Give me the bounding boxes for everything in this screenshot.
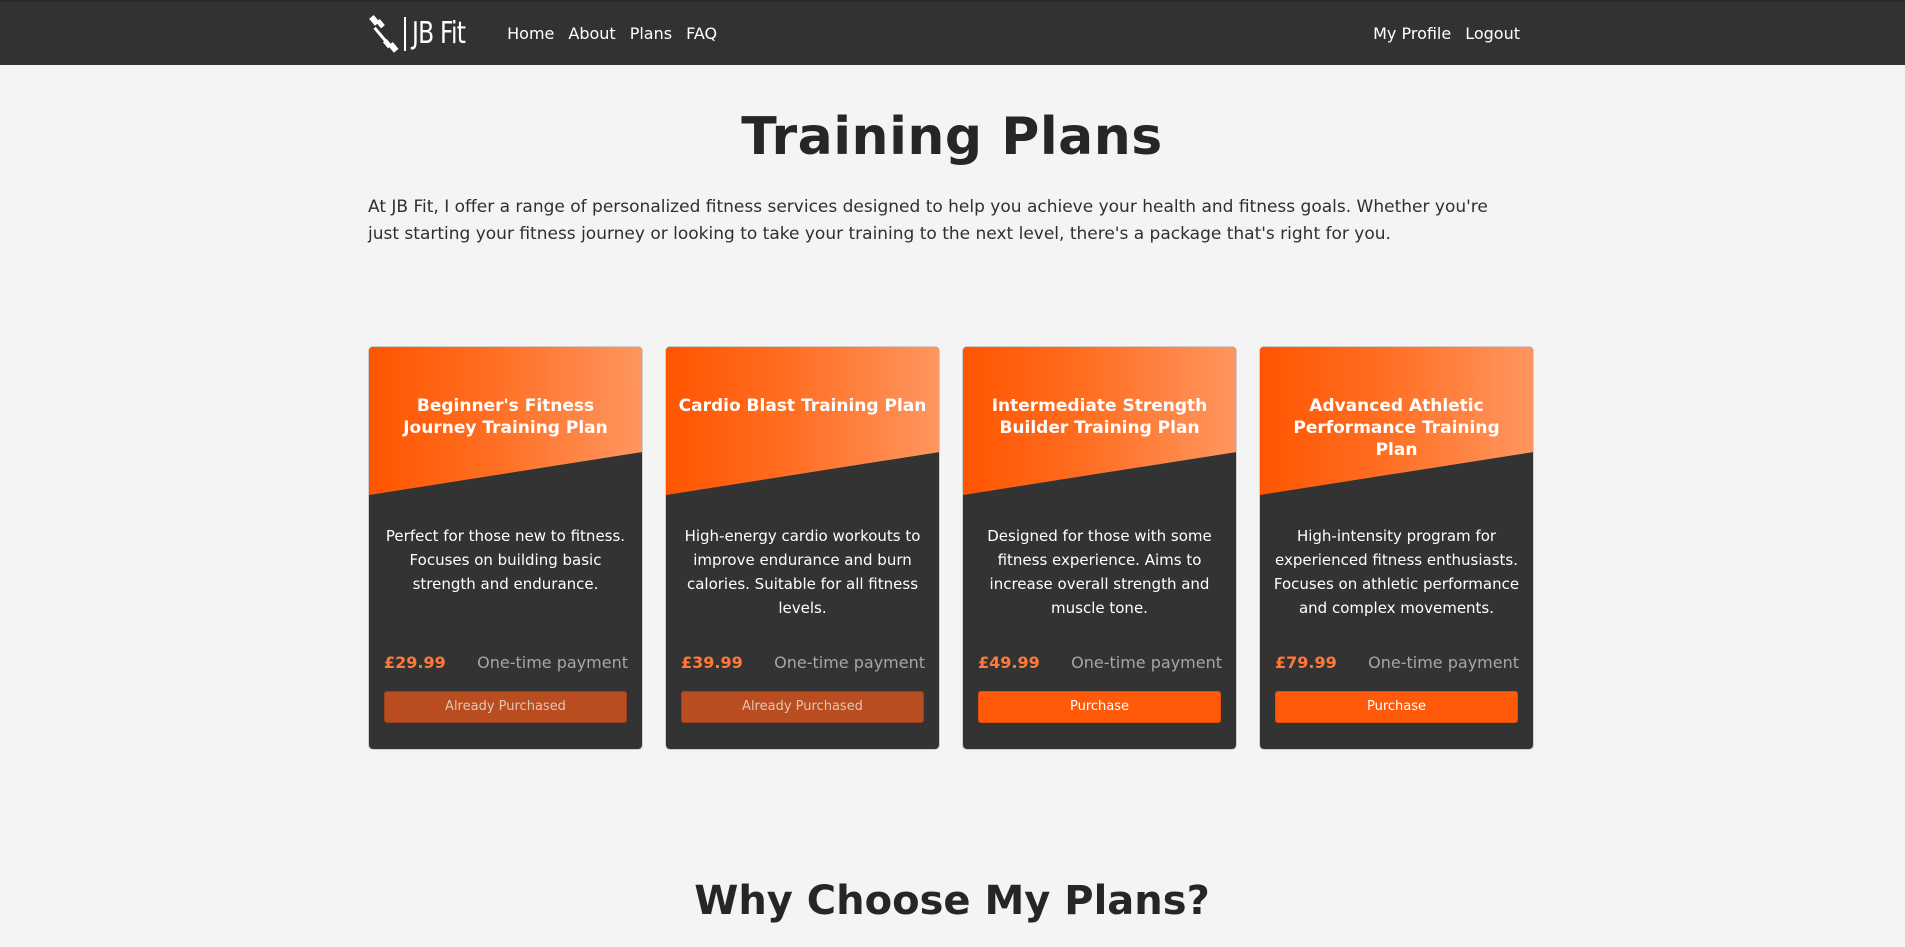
purchase-button[interactable]: Purchase (1275, 691, 1518, 723)
dumbbell-icon (369, 14, 399, 53)
site-logo[interactable]: JB Fit (368, 14, 480, 54)
plan-card: Beginner's Fitness Journey Training Plan… (368, 346, 643, 750)
plan-price: £79.99 (1275, 653, 1337, 672)
payment-type: One-time payment (774, 653, 925, 672)
plan-title: Cardio Blast Training Plan (678, 396, 927, 416)
navbar-inner: JB Fit Home About Plans FAQ My Profile L… (368, 2, 1527, 65)
plan-card-header (666, 347, 939, 495)
plan-price: £49.99 (978, 653, 1040, 672)
page-title: Training Plans (741, 107, 1163, 167)
already-purchased-button[interactable]: Already Purchased (681, 691, 924, 723)
plan-card: Cardio Blast Training Plan High-energy c… (665, 346, 940, 750)
nav-about-link[interactable]: About (561, 2, 622, 65)
nav-faq-link[interactable]: FAQ (679, 2, 724, 65)
account-nav: My Profile Logout (1366, 2, 1527, 65)
section-title: Why Choose My Plans? (694, 878, 1210, 924)
plan-title: Intermediate Strength Builder Training P… (991, 396, 1208, 438)
plan-price: £39.99 (681, 653, 743, 672)
plan-card: Advanced Athletic Performance Training P… (1259, 346, 1534, 750)
plan-description: High-energy cardio workouts to improve e… (684, 527, 921, 617)
main-content: Training Plans At JB Fit, I offer a rang… (368, 65, 1536, 924)
top-navbar: JB Fit Home About Plans FAQ My Profile L… (0, 0, 1905, 65)
plan-description: Designed for those with some fitness exp… (987, 527, 1212, 617)
my-profile-link[interactable]: My Profile (1366, 2, 1458, 65)
logout-link[interactable]: Logout (1458, 2, 1527, 65)
nav-home-link[interactable]: Home (500, 2, 561, 65)
payment-type: One-time payment (477, 653, 628, 672)
intro-text: At JB Fit, I offer a range of personaliz… (368, 197, 1488, 245)
logo-text: JB Fit (412, 15, 466, 51)
plan-description: Perfect for those new to fitness. Focuse… (385, 527, 626, 593)
plan-title: Beginner's Fitness Journey Training Plan (403, 396, 608, 438)
payment-type: One-time payment (1071, 653, 1222, 672)
already-purchased-button[interactable]: Already Purchased (384, 691, 627, 723)
plan-price: £29.99 (384, 653, 446, 672)
main-nav: Home About Plans FAQ (500, 2, 724, 65)
plan-description: High-intensity program for experienced f… (1273, 527, 1520, 617)
nav-plans-link[interactable]: Plans (623, 2, 679, 65)
plan-card: Intermediate Strength Builder Training P… (962, 346, 1237, 750)
payment-type: One-time payment (1368, 653, 1519, 672)
plan-title: Advanced Athletic Performance Training P… (1293, 396, 1500, 460)
logo-divider (404, 16, 406, 51)
plan-cards: Beginner's Fitness Journey Training Plan… (368, 346, 1534, 750)
purchase-button[interactable]: Purchase (978, 691, 1221, 723)
